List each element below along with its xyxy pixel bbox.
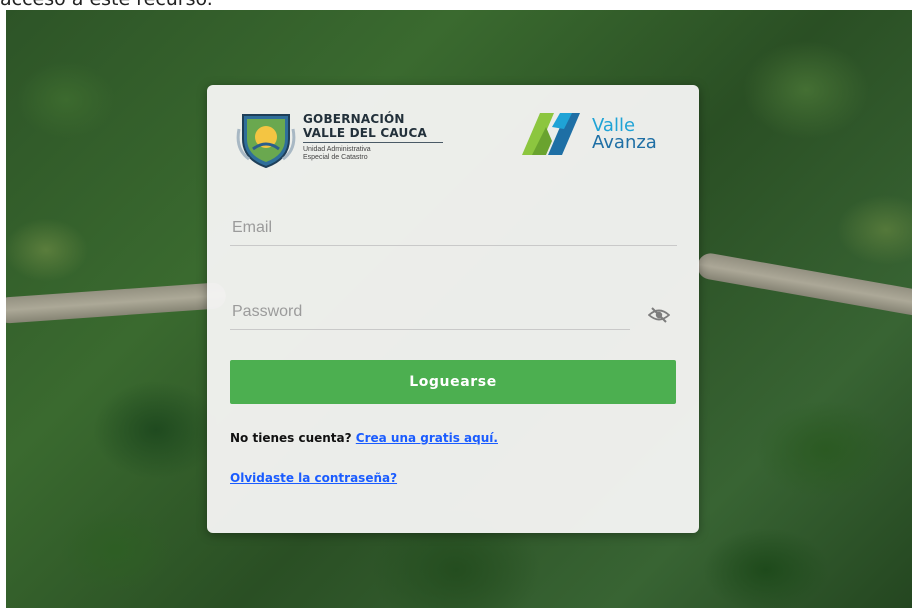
- signup-link[interactable]: Crea una gratis aquí.: [356, 431, 498, 445]
- password-input[interactable]: [230, 297, 630, 330]
- signup-prompt-text: No tienes cuenta?: [230, 431, 352, 445]
- login-button[interactable]: Loguearse: [230, 360, 676, 404]
- road-right: [695, 251, 912, 319]
- gov-sub-line1: Unidad Administrativa: [303, 146, 371, 153]
- gobernacion-logo: GOBERNACIÓN VALLE DEL CAUCA Unidad Admin…: [235, 109, 443, 169]
- page-top-text: acceso a este recurso.: [0, 0, 213, 10]
- forgot-password-link[interactable]: Olvidaste la contraseña?: [230, 471, 397, 485]
- gov-name-line2: VALLE DEL CAUCA: [303, 126, 427, 140]
- gobernacion-seal-icon: [236, 114, 296, 169]
- road-left: [6, 282, 227, 324]
- gov-divider: [303, 142, 443, 143]
- eye-slash-icon[interactable]: [647, 303, 671, 327]
- password-field-wrapper: [230, 297, 630, 330]
- valle-avanza-logo: Valle Avanza: [522, 107, 682, 159]
- gov-name-line1: GOBERNACIÓN: [303, 112, 405, 126]
- login-card: GOBERNACIÓN VALLE DEL CAUCA Unidad Admin…: [207, 85, 699, 533]
- valle-avanza-mark-icon: [522, 113, 580, 155]
- email-input[interactable]: [230, 213, 677, 246]
- signup-prompt-line: No tienes cuenta? Crea una gratis aquí.: [230, 431, 498, 445]
- email-field-wrapper: [230, 213, 677, 246]
- gov-sub-line2: Especial de Catastro: [303, 154, 368, 161]
- forgot-password-line: Olvidaste la contraseña?: [230, 471, 397, 485]
- valle-avanza-line2: Avanza: [592, 132, 657, 153]
